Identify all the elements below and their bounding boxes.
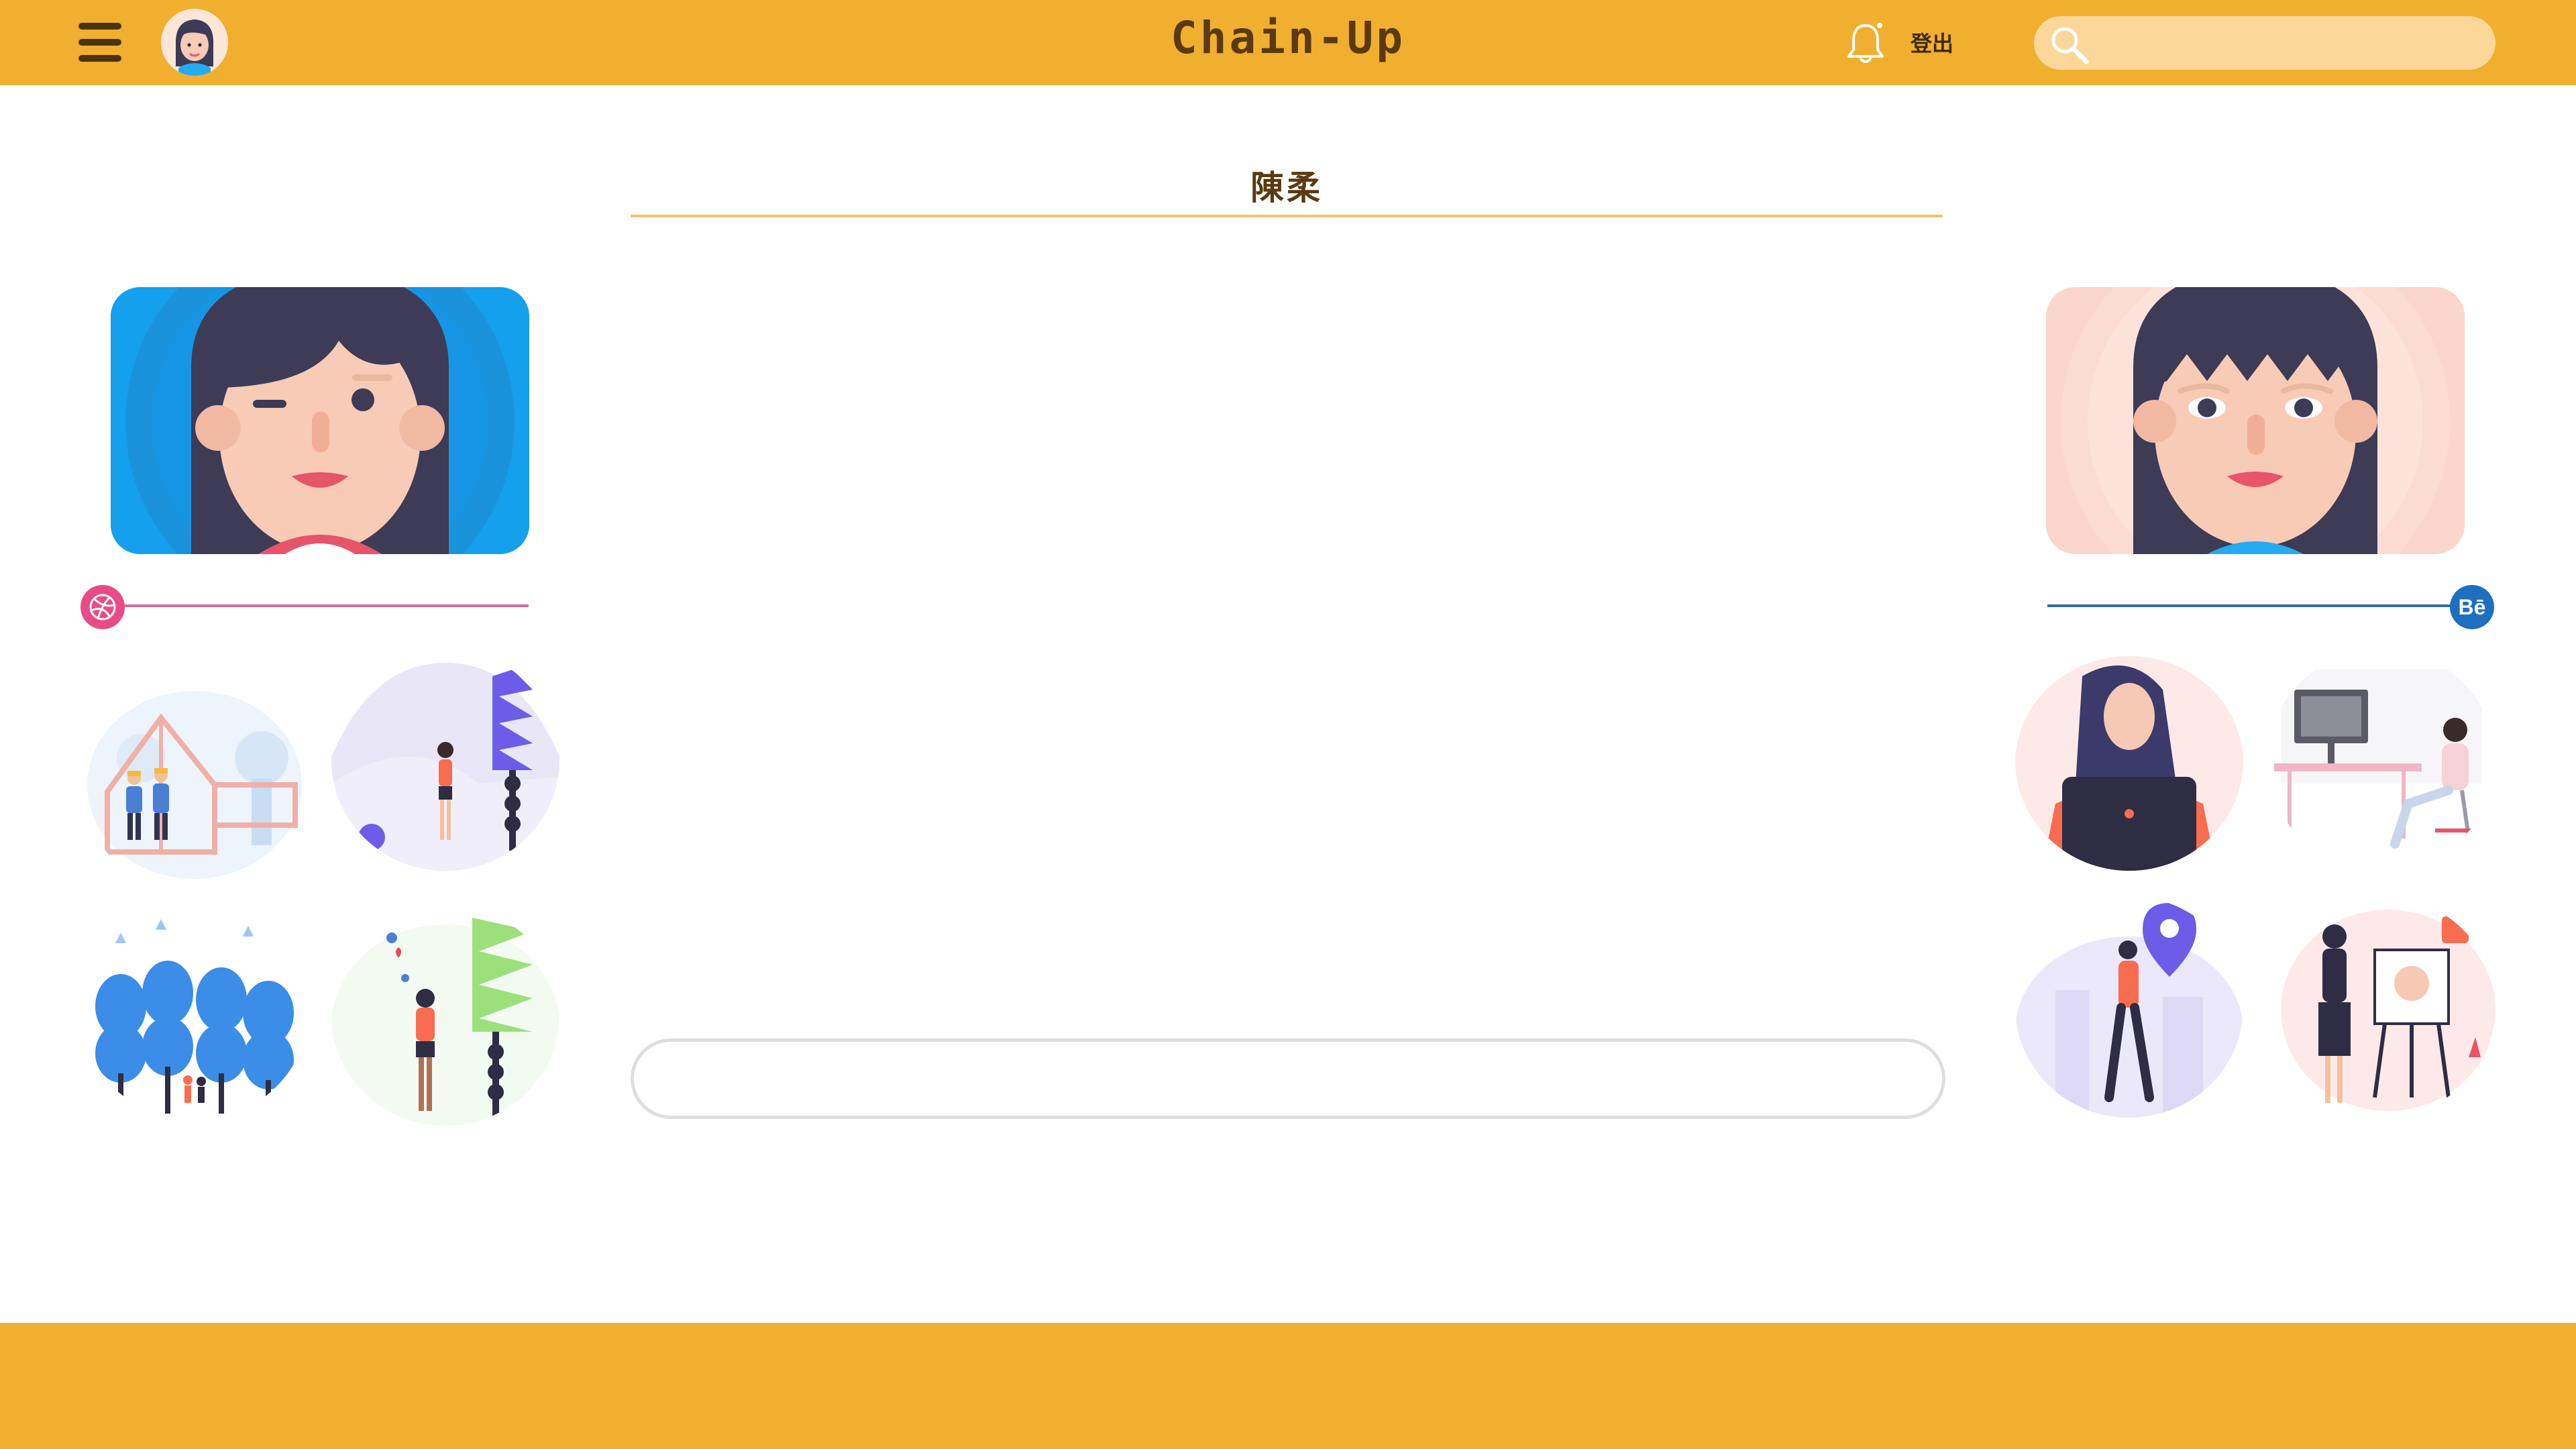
- page: Chain-Up 登出 陳柔 Bē: [0, 0, 2576, 1449]
- logout-button[interactable]: 登出: [1911, 27, 1953, 58]
- footer-bar: [0, 1323, 2576, 1449]
- header-bar: Chain-Up 登出: [0, 0, 2576, 85]
- message-input[interactable]: [631, 1038, 1945, 1119]
- title-divider: [631, 215, 1943, 217]
- dribbble-divider: [121, 604, 529, 607]
- search-input[interactable]: [2101, 23, 2477, 63]
- profile-name: 陳柔: [1250, 168, 1323, 207]
- search-box: [2034, 16, 2496, 70]
- dribbble-icon[interactable]: [80, 585, 125, 629]
- illustration-woman-phone-green-tree[interactable]: [331, 904, 559, 1126]
- behance-icon[interactable]: Bē: [2450, 585, 2494, 629]
- illustration-people-blue-trees[interactable]: [80, 899, 309, 1120]
- hamburger-menu-icon[interactable]: [78, 21, 121, 63]
- illustration-woman-location-pin[interactable]: [2015, 896, 2243, 1118]
- smiling-avatar-card: [2046, 287, 2465, 554]
- bell-icon[interactable]: [1845, 20, 1886, 66]
- illustration-woman-desk-computer[interactable]: [2267, 649, 2496, 871]
- user-avatar[interactable]: [161, 9, 228, 76]
- illustration-woman-laptop[interactable]: [2015, 649, 2243, 871]
- illustration-house-builders[interactable]: [80, 671, 309, 892]
- search-icon[interactable]: [2049, 24, 2090, 66]
- illustration-woman-walking-purple-tree[interactable]: [331, 649, 559, 871]
- winking-avatar-card: [111, 287, 529, 554]
- illustration-woman-painting-easel[interactable]: [2267, 896, 2496, 1118]
- app-logo[interactable]: Chain-Up: [1020, 12, 1556, 64]
- behance-divider: [2047, 604, 2457, 607]
